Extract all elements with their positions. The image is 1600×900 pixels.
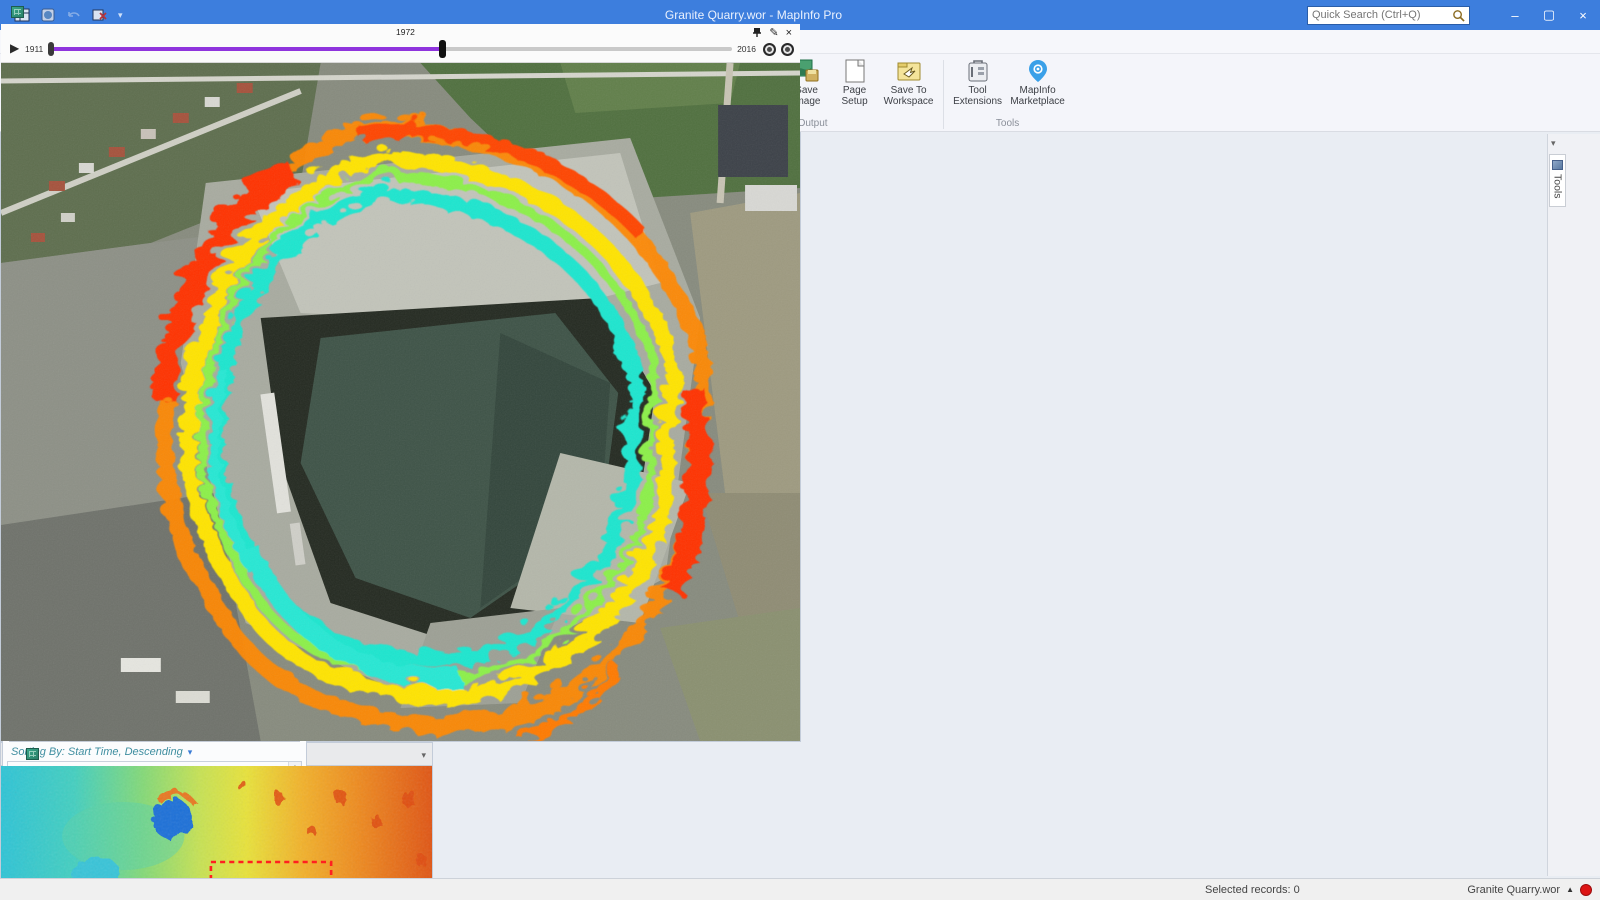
map-window: Granite Quarry × ▾ ▶ 1911 1972 2016 ✎ × (0, 0, 801, 742)
status-bar: Selected records: 0 Granite Quarry.wor ▲ (0, 878, 1600, 900)
aerial-map-view[interactable] (1, 63, 800, 741)
qat-caret-icon[interactable]: ▾ (118, 10, 123, 21)
time-slider-bar: ▶ 1911 1972 2016 ✎ × (1, 24, 800, 63)
sorting-control[interactable]: Sorting By: Start Time, Descending ▾ (3, 744, 306, 759)
ribbon-group-tools: Tool Extensions MapInfo Marketplace Tool… (946, 56, 1070, 131)
quick-search-input[interactable] (1312, 9, 1452, 21)
aerial-map-graphic (1, 63, 800, 741)
save-table-icon[interactable] (40, 7, 56, 23)
mapinfo-marketplace-button[interactable]: MapInfo Marketplace (1009, 56, 1067, 107)
tool-extensions-button[interactable]: Tool Extensions (949, 56, 1007, 107)
right-dock-strip: ▾ Tools (1547, 134, 1600, 876)
tool-extensions-icon (968, 60, 988, 82)
save-to-workspace-button[interactable]: Save To Workspace (880, 56, 938, 107)
dem-tab-icon (25, 748, 39, 760)
page-setup-icon (845, 59, 865, 83)
close-window-button[interactable]: × (1566, 0, 1600, 30)
maximize-button[interactable]: ▢ (1532, 0, 1566, 30)
selected-records: Selected records: 0 (1205, 883, 1300, 896)
step-forward-button[interactable] (781, 43, 794, 56)
edit-pencil-icon[interactable]: ✎ (769, 26, 778, 39)
marketplace-pin-icon (1028, 60, 1047, 82)
tab-list-caret-icon[interactable]: ▾ (415, 750, 432, 765)
tools-vertical-tab[interactable]: Tools (1549, 154, 1566, 207)
time-slider-handle[interactable] (439, 40, 447, 58)
time-slider-track[interactable] (48, 40, 732, 58)
timeline-end-year: 2016 (737, 44, 756, 54)
page-setup-button[interactable]: Page Setup (832, 56, 878, 107)
quick-search[interactable] (1307, 5, 1470, 25)
timeline-current-year: 1972 (396, 27, 415, 37)
tools-tab-icon (1552, 160, 1563, 170)
search-icon[interactable] (1452, 9, 1465, 22)
timeline-start-year: 1911 (25, 44, 44, 54)
window-title: Granite Quarry.wor - MapInfo Pro (664, 8, 843, 22)
time-slider-start-handle[interactable] (48, 42, 54, 56)
dock-caret-icon[interactable]: ▾ (1551, 138, 1556, 149)
minimize-button[interactable]: – (1498, 0, 1532, 30)
dem-panel: ▾ Digital Elevation Model ♦ × ▾ (0, 742, 433, 900)
workspace-caret-icon[interactable]: ▲ (1566, 885, 1574, 894)
workspace-status[interactable]: Granite Quarry.wor ▲ (1467, 884, 1574, 896)
close-table-icon[interactable] (92, 7, 108, 23)
quick-access-toolbar: ▾ (0, 7, 200, 23)
step-backward-button[interactable] (763, 43, 776, 56)
group-label-tools: Tools (995, 118, 1020, 129)
map-tab-icon (11, 6, 24, 18)
sorting-caret-icon: ▾ (187, 746, 193, 757)
save-to-workspace-icon (897, 62, 921, 81)
pin-icon[interactable] (752, 27, 762, 38)
notification-dot-icon[interactable] (1580, 883, 1592, 896)
undo-icon (68, 12, 80, 17)
slider-close-icon[interactable]: × (786, 27, 792, 39)
time-slider-elapsed (50, 47, 443, 51)
play-button[interactable]: ▶ (10, 41, 19, 55)
